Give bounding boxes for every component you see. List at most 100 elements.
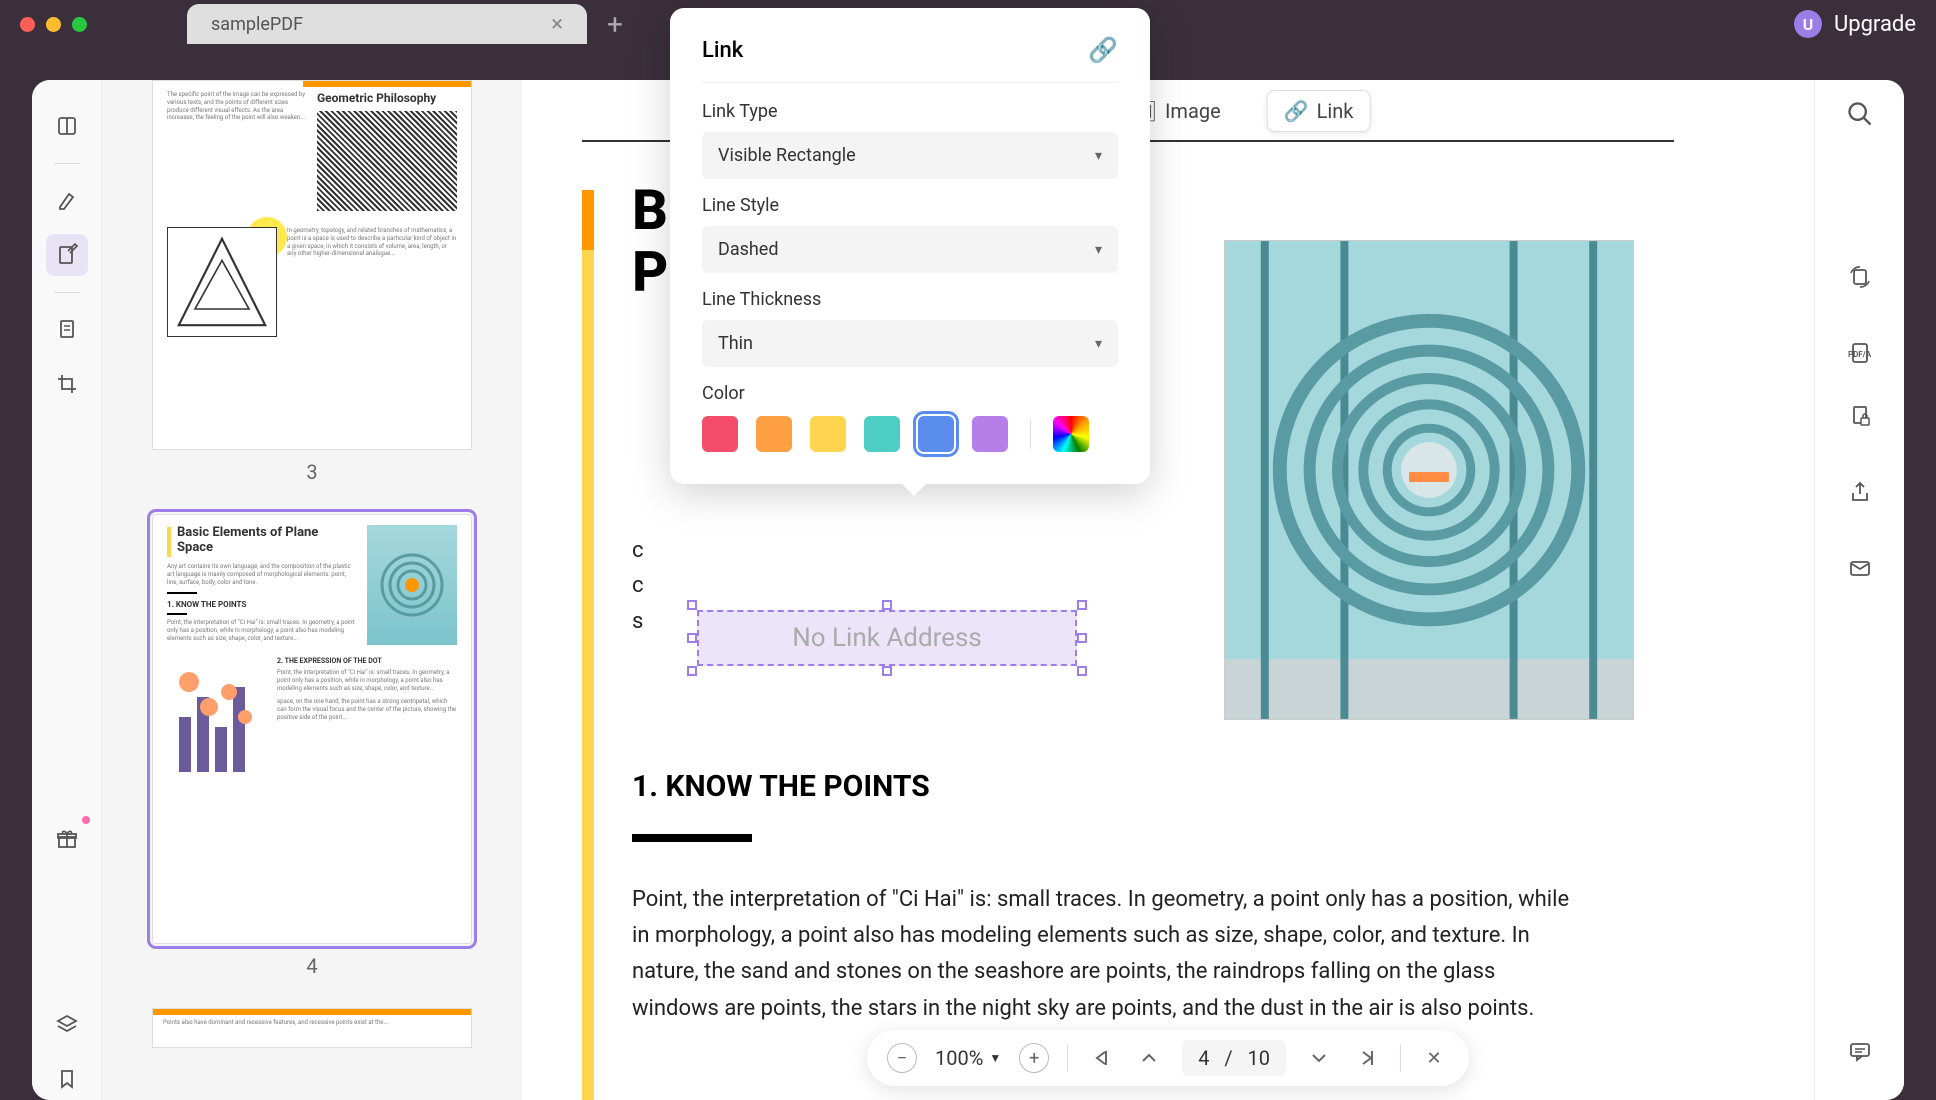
rotate-button[interactable]	[1848, 265, 1872, 296]
link-annotation[interactable]: No Link Address	[687, 600, 1087, 676]
document-icon	[55, 318, 79, 342]
color-yellow[interactable]	[810, 416, 846, 452]
link-placeholder-text: No Link Address	[792, 623, 982, 653]
line-thickness-label: Line Thickness	[702, 289, 1118, 310]
right-tool-rail: PDF/A	[1814, 80, 1904, 1100]
search-button[interactable]	[1846, 100, 1874, 135]
resize-handle-tm[interactable]	[882, 600, 892, 610]
gift-icon	[55, 827, 79, 851]
maximize-window-button[interactable]	[72, 17, 87, 32]
comment-icon	[1848, 1039, 1872, 1063]
thumbnail-panel[interactable]: The specific point of the image can be e…	[102, 80, 522, 1100]
book-icon	[55, 114, 79, 138]
resize-handle-bm[interactable]	[882, 666, 892, 676]
resize-handle-tr[interactable]	[1077, 600, 1087, 610]
color-red[interactable]	[702, 416, 738, 452]
bottom-control-bar: − 100% ▼ + 4 / 10	[867, 1030, 1469, 1086]
protect-button[interactable]	[1848, 404, 1872, 435]
popup-title: Link	[702, 38, 743, 63]
thumb-4-number: 4	[152, 954, 472, 978]
crop-icon	[55, 372, 79, 396]
thumbnails-tool[interactable]	[46, 105, 88, 147]
crop-tool[interactable]	[46, 363, 88, 405]
left-tool-rail	[32, 80, 102, 1100]
separator	[54, 292, 80, 293]
color-purple[interactable]	[972, 416, 1008, 452]
gift-tool[interactable]	[46, 818, 88, 860]
link-type-label: Link Type	[702, 101, 1118, 122]
forms-tool[interactable]	[46, 309, 88, 351]
share-button[interactable]	[1848, 480, 1872, 511]
link-type-select[interactable]: Visible Rectangle	[702, 132, 1118, 179]
chevron-down-icon: ▼	[989, 1051, 1001, 1065]
resize-handle-tl[interactable]	[687, 600, 697, 610]
resize-handle-bl[interactable]	[687, 666, 697, 676]
page-indicator[interactable]: 4 / 10	[1182, 1040, 1286, 1076]
prev-page-button[interactable]	[1134, 1043, 1164, 1073]
color-swatch-row	[702, 416, 1118, 452]
section-divider	[632, 834, 752, 842]
bookmark-tool[interactable]	[46, 1058, 88, 1100]
page-accent-bar	[582, 190, 594, 1100]
color-orange[interactable]	[756, 416, 792, 452]
separator	[1400, 1044, 1401, 1072]
zoom-out-button[interactable]: −	[887, 1043, 917, 1073]
edit-page-icon	[55, 243, 79, 267]
toolbar-image-label: Image	[1165, 99, 1221, 123]
thumb-4-sub1: 1. KNOW THE POINTS	[167, 600, 357, 609]
layers-tool[interactable]	[46, 1004, 88, 1046]
color-teal[interactable]	[864, 416, 900, 452]
zoom-value: 100%	[935, 1046, 983, 1070]
highlighter-icon	[55, 189, 79, 213]
color-blue[interactable]	[918, 416, 954, 452]
first-page-button[interactable]	[1086, 1043, 1116, 1073]
user-avatar[interactable]: U	[1794, 10, 1822, 38]
separator	[54, 163, 80, 164]
resize-handle-br[interactable]	[1077, 666, 1087, 676]
thumbnail-page-4[interactable]: Basic Elements of Plane Space Any art co…	[152, 514, 472, 944]
chevron-down-icon	[1307, 1046, 1331, 1070]
last-page-button[interactable]	[1352, 1043, 1382, 1073]
thumb-4-sub2: 2. THE EXPRESSION OF THE DOT	[277, 657, 457, 665]
page-accent-orange	[582, 190, 594, 250]
highlight-tool[interactable]	[46, 180, 88, 222]
close-window-button[interactable]	[20, 17, 35, 32]
last-page-icon	[1355, 1046, 1379, 1070]
mail-button[interactable]	[1848, 556, 1872, 587]
thumbnail-page-3[interactable]: The specific point of the image can be e…	[152, 80, 472, 450]
zoom-in-button[interactable]: +	[1019, 1043, 1049, 1073]
share-icon	[1848, 480, 1872, 504]
toolbar-link-label: Link	[1317, 99, 1354, 123]
page-sep: /	[1224, 1046, 1232, 1070]
thumb-4-title: Basic Elements of Plane Space	[167, 525, 357, 555]
current-page: 4	[1198, 1046, 1209, 1070]
upgrade-label: Upgrade	[1834, 12, 1916, 37]
upgrade-area[interactable]: U Upgrade	[1794, 10, 1916, 38]
line-thickness-select[interactable]: Thin	[702, 320, 1118, 367]
bookmark-icon	[55, 1067, 79, 1091]
pdfa-button[interactable]: PDF/A	[1848, 341, 1872, 359]
resize-handle-mr[interactable]	[1077, 633, 1087, 643]
layers-icon	[55, 1013, 79, 1037]
next-page-button[interactable]	[1304, 1043, 1334, 1073]
add-tab-button[interactable]: +	[607, 8, 623, 41]
lock-document-icon	[1848, 404, 1872, 428]
zoom-dropdown[interactable]: 100% ▼	[935, 1046, 1001, 1070]
toolbar-link-button[interactable]: 🔗 Link	[1267, 90, 1371, 132]
edit-tool[interactable]	[46, 234, 88, 276]
thumbnail-page-5[interactable]: Points also have dominant and recessive …	[152, 1008, 472, 1048]
first-page-icon	[1089, 1046, 1113, 1070]
close-tab-button[interactable]: ×	[551, 12, 563, 37]
resize-handle-ml[interactable]	[687, 633, 697, 643]
rotate-icon	[1848, 265, 1872, 289]
close-bar-button[interactable]: ✕	[1419, 1043, 1449, 1073]
doc-hero-image	[1224, 240, 1634, 720]
section-1-title: 1. KNOW THE POINTS	[632, 769, 1634, 804]
color-custom[interactable]	[1053, 416, 1089, 452]
comment-button[interactable]	[1848, 1039, 1872, 1070]
line-style-label: Line Style	[702, 195, 1118, 216]
minimize-window-button[interactable]	[46, 17, 61, 32]
line-style-select[interactable]: Dashed	[702, 226, 1118, 273]
document-tab[interactable]: samplePDF ×	[187, 4, 587, 44]
traffic-lights	[20, 17, 87, 32]
